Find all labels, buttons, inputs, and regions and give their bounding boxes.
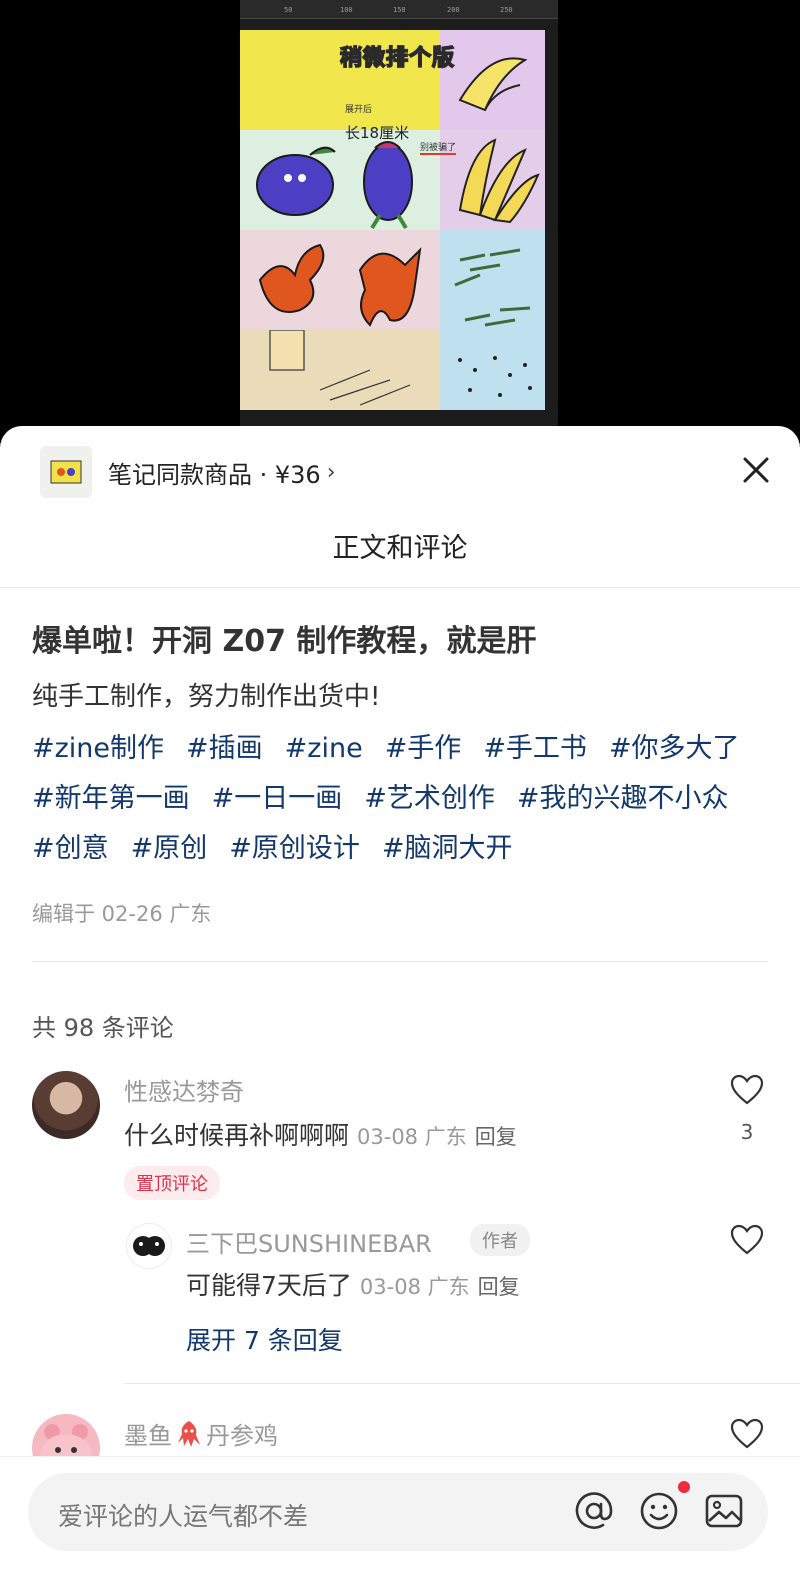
heart-icon	[730, 1074, 764, 1105]
edit-timestamp: 编辑于 02-26 广东	[32, 902, 212, 926]
comment-input-placeholder: 爱评论的人运气都不差	[58, 1502, 309, 1531]
commenter-name[interactable]: 性感达棼奇	[124, 1072, 244, 1107]
poster-panel-grass	[440, 230, 545, 410]
comment-text: 可能得7天后了 03-08 广东 回复	[186, 1266, 520, 1302]
hashtag[interactable]: #原创	[131, 833, 208, 864]
divider	[32, 961, 768, 962]
hashtag[interactable]: #艺术创作	[364, 783, 495, 814]
commenter-name[interactable]: 墨鱼 丹参鸡	[124, 1416, 278, 1455]
poster-length-text: 长18厘米	[345, 124, 410, 142]
comment-text: 什么时候再补啊啊啊 03-08 广东 回复	[124, 1116, 517, 1152]
ruler-tick: 200	[447, 6, 460, 14]
hashtag[interactable]: #手作	[385, 733, 462, 764]
comment-date: 03-08 广东	[357, 1125, 467, 1149]
hashtag[interactable]: #手工书	[483, 733, 587, 764]
poster-panel-bottle	[240, 330, 440, 410]
ruler-tick: 50	[284, 6, 293, 14]
close-button[interactable]	[740, 454, 772, 486]
poster-note-text: 别被骗了	[420, 140, 457, 155]
pinned-badge: 置顶评论	[124, 1166, 220, 1200]
image-button[interactable]	[703, 1490, 745, 1532]
product-label: 笔记同款商品 · ¥36	[108, 460, 321, 489]
author-avatar[interactable]	[126, 1223, 172, 1269]
poster-panel-dogs	[240, 230, 440, 330]
product-link[interactable]: 笔记同款商品 · ¥36 ›	[40, 446, 336, 498]
like-button[interactable]	[730, 1074, 764, 1106]
expand-replies-button[interactable]: 展开 7 条回复	[186, 1321, 343, 1357]
hashtag[interactable]: #脑洞大开	[382, 833, 513, 864]
poster-title: 稍微排个版	[339, 45, 456, 72]
close-icon	[743, 457, 769, 483]
note-body: 纯手工制作，努力制作出货中!	[32, 682, 381, 712]
hashtag[interactable]: #你多大了	[609, 733, 740, 764]
hashtag[interactable]: #创意	[32, 833, 109, 864]
at-icon	[575, 1492, 613, 1529]
design-ruler: 50 100 150 200 250	[240, 0, 558, 19]
comment-input[interactable]: 爱评论的人运气都不差	[28, 1473, 768, 1551]
note-title: 爆单啦！开洞 Z07 制作教程，就是肝	[32, 624, 537, 659]
media-viewer[interactable]: 50 100 150 200 250 稍微排个版 展开后 长18厘米 别被骗了	[0, 0, 800, 440]
sheet-title: 正文和评论	[332, 533, 468, 564]
ruler-tick: 250	[500, 6, 513, 14]
divider	[0, 587, 800, 588]
ruler-tick: 150	[393, 6, 406, 14]
hashtag[interactable]: #我的兴趣不小众	[517, 783, 729, 814]
hashtag[interactable]: #原创设计	[229, 833, 360, 864]
poster-small-text: 展开后	[345, 105, 373, 115]
notification-dot	[678, 1481, 690, 1493]
author-badge: 作者	[470, 1224, 530, 1256]
like-button[interactable]	[730, 1224, 764, 1256]
comment-body: 什么时候再补啊啊啊	[124, 1121, 350, 1150]
poster-panel-eggplants	[240, 130, 440, 230]
hashtag-list: #zine制作 #插画 #zine #手作 #手工书 #你多大了 #新年第一画 #一日一画 #艺…	[32, 724, 772, 874]
poster-panel-banana	[440, 30, 545, 130]
heart-icon	[730, 1418, 764, 1449]
emoji-icon	[640, 1492, 678, 1530]
comment-count: 共 98 条评论	[32, 1014, 174, 1042]
mention-button[interactable]	[573, 1490, 615, 1532]
squid-emoji-icon	[174, 1419, 204, 1455]
product-thumbnail	[40, 446, 92, 498]
emoji-button[interactable]	[638, 1490, 680, 1532]
heart-icon	[730, 1224, 764, 1255]
commenter-name[interactable]: 三下巴SUNSHINEBAR	[186, 1224, 432, 1259]
reply-button[interactable]: 回复	[478, 1275, 520, 1299]
commenter-name-part: 墨鱼	[124, 1422, 172, 1450]
hashtag[interactable]: #zine制作	[32, 733, 164, 764]
hashtag[interactable]: #zine	[285, 733, 363, 764]
hashtag[interactable]: #插画	[186, 733, 263, 764]
hashtag[interactable]: #一日一画	[212, 783, 343, 814]
like-button[interactable]	[730, 1418, 764, 1450]
divider	[124, 1383, 800, 1384]
comment-body: 可能得7天后了	[186, 1271, 352, 1300]
image-icon	[705, 1494, 743, 1528]
avatar[interactable]	[32, 1071, 100, 1139]
video-frame: 50 100 150 200 250 稍微排个版 展开后 长18厘米 别被骗了	[240, 0, 558, 440]
hashtag[interactable]: #新年第一画	[32, 783, 190, 814]
comment-date: 03-08 广东	[359, 1275, 470, 1299]
comments-sheet: 笔记同款商品 · ¥36 › 正文和评论 爆单啦！开洞 Z07 制作教程，就是肝…	[0, 426, 800, 1573]
commenter-name-part: 丹参鸡	[206, 1422, 278, 1450]
like-count: 3	[740, 1120, 754, 1144]
ruler-tick: 100	[340, 6, 353, 14]
chevron-right-icon: ›	[326, 459, 336, 485]
reply-button[interactable]: 回复	[475, 1125, 517, 1149]
comment-input-bar: 爱评论的人运气都不差	[0, 1456, 800, 1574]
